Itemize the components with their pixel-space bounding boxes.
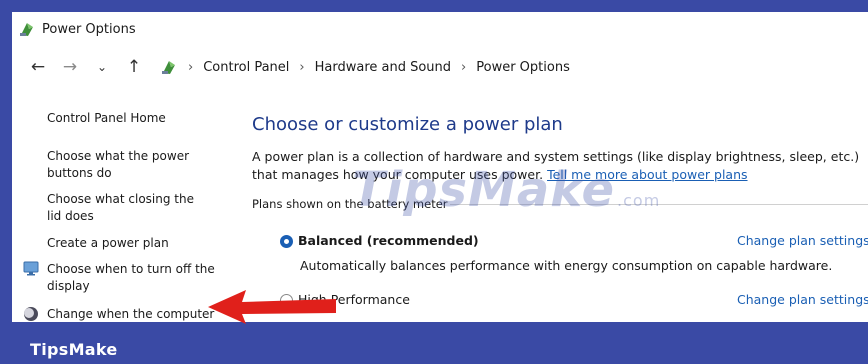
balanced-plan-radio[interactable] — [280, 235, 293, 248]
power-options-icon — [162, 61, 175, 74]
window-title: Power Options — [42, 21, 136, 37]
sidebar-item-power-buttons[interactable]: Choose what the power buttons do — [47, 148, 197, 182]
display-power-icon — [23, 261, 39, 276]
back-arrow-icon[interactable]: ← — [24, 53, 52, 81]
breadcrumb: › Control Panel › Hardware and Sound › P… — [160, 58, 570, 76]
breadcrumb-control-panel[interactable]: Control Panel — [203, 60, 289, 75]
sidebar-item-create-power-plan[interactable]: Create a power plan — [47, 235, 222, 252]
sidebar-item-turn-off-display[interactable]: Choose when to turn off the display — [47, 261, 222, 295]
balanced-plan-description: Automatically balances performance with … — [300, 258, 833, 273]
forward-arrow-icon[interactable]: → — [56, 53, 84, 81]
power-options-window: Power Options ← → ⌄ ↑ › Control Panel › … — [12, 12, 868, 322]
breadcrumb-separator-icon: › — [188, 59, 194, 75]
breadcrumb-hardware-and-sound[interactable]: Hardware and Sound — [315, 60, 451, 75]
recent-locations-chevron-icon[interactable]: ⌄ — [88, 53, 116, 81]
breadcrumb-power-options[interactable]: Power Options — [476, 60, 570, 75]
breadcrumb-separator-icon: › — [461, 59, 467, 75]
tipsmake-brand: TipsMake — [30, 340, 118, 359]
high-performance-change-plan-settings-link[interactable]: Change plan settings — [737, 292, 868, 307]
sidebar-item-change-sleep[interactable]: Change when the computer — [47, 306, 222, 322]
power-options-icon — [20, 23, 33, 36]
balanced-change-plan-settings-link[interactable]: Change plan settings — [737, 233, 868, 248]
navigation-bar: ← → ⌄ ↑ › Control Panel › Hardware and S… — [12, 46, 868, 88]
watermark-text: TipsMake — [352, 162, 616, 218]
sidebar-item-closing-lid[interactable]: Choose what closing the lid does — [47, 191, 207, 225]
tipsmake-frame: Power Options ← → ⌄ ↑ › Control Panel › … — [0, 0, 868, 364]
tipsmake-watermark: TipsMake .com — [352, 162, 660, 218]
title-bar: Power Options — [12, 12, 868, 46]
balanced-plan-name[interactable]: Balanced (recommended) — [298, 233, 479, 248]
breadcrumb-separator-icon: › — [299, 59, 305, 75]
watermark-suffix: .com — [617, 191, 661, 210]
up-arrow-icon[interactable]: ↑ — [120, 53, 148, 81]
red-pointer-arrow-icon — [208, 290, 336, 324]
page-title: Choose or customize a power plan — [252, 114, 563, 135]
sidebar-item-control-panel-home[interactable]: Control Panel Home — [47, 110, 222, 127]
sleep-moon-icon — [24, 307, 38, 321]
